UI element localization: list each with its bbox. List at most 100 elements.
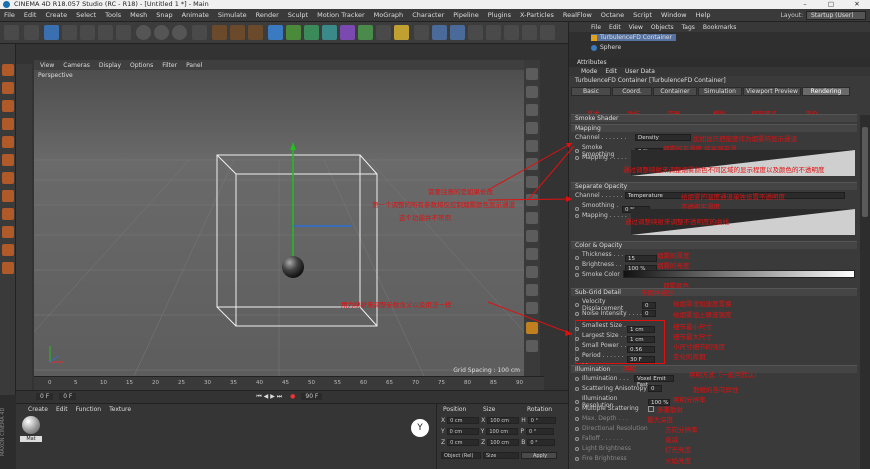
model-mode-icon[interactable] (2, 82, 14, 94)
illumination-dropdown[interactable]: Voxel Emit Fast (634, 375, 674, 388)
animate-dot-icon[interactable] (575, 327, 579, 331)
axis-mode-icon[interactable] (2, 190, 14, 202)
camera-icon[interactable] (376, 25, 391, 40)
animate-dot-icon[interactable] (575, 347, 579, 351)
snapping-icon[interactable] (2, 226, 14, 238)
attr-menu-mode[interactable]: Mode (581, 67, 597, 76)
rotation-p-field[interactable]: 0 ° (525, 428, 554, 435)
animate-dot-icon[interactable] (575, 149, 579, 153)
menu-edit[interactable]: Edit (24, 11, 37, 19)
subdivision-icon[interactable] (304, 25, 319, 40)
quantize-icon[interactable] (526, 86, 538, 98)
snap-icon[interactable] (504, 25, 519, 40)
vp-menu-view[interactable]: View (40, 62, 54, 69)
menu-mograph[interactable]: MoGraph (374, 11, 404, 19)
layout-icon[interactable] (540, 25, 555, 40)
menu-sculpt[interactable]: Sculpt (288, 11, 308, 19)
filter-icon[interactable] (526, 266, 538, 278)
points-mode-icon[interactable] (2, 136, 14, 148)
section-subgrid-detail[interactable]: Sub-Grid Detail (571, 288, 857, 296)
undo-icon[interactable] (4, 25, 19, 40)
render-picture-viewer-icon[interactable] (230, 25, 245, 40)
close-button[interactable]: ✕ (844, 0, 870, 9)
vp-menu-options[interactable]: Options (130, 62, 153, 69)
object-row-sphere[interactable]: Sphere (591, 44, 621, 51)
animate-dot-icon[interactable] (575, 456, 579, 461)
om-menu-bookmarks[interactable]: Bookmarks (703, 24, 737, 31)
om-menu-objects[interactable]: Objects (651, 24, 674, 31)
noise-intensity-field[interactable]: 0 (642, 310, 656, 317)
live-select-icon[interactable] (44, 25, 59, 40)
size-y-field[interactable]: 100 cm (486, 428, 519, 435)
minimize-button[interactable]: – (792, 0, 818, 9)
om-menu-edit[interactable]: Edit (609, 24, 621, 31)
scrollbar-thumb[interactable] (862, 127, 868, 217)
vp-menu-panel[interactable]: Panel (186, 62, 202, 69)
anisotropy-field[interactable]: 0 (648, 385, 662, 392)
pen-spline-icon[interactable] (286, 25, 301, 40)
menu-plugins[interactable]: Plugins (488, 11, 511, 19)
rotate-icon[interactable] (98, 25, 113, 40)
coordinate-system-icon[interactable] (192, 25, 207, 40)
section-mapping[interactable]: Mapping (571, 124, 857, 132)
animate-dot-icon[interactable] (575, 272, 579, 277)
octane-icon[interactable] (468, 25, 483, 40)
stereo-icon[interactable] (526, 302, 538, 314)
redo-icon[interactable] (24, 25, 39, 40)
coord-mode-dropdown[interactable]: Object (Rel) (441, 452, 481, 459)
animate-dot-icon[interactable] (575, 311, 579, 316)
menu-window[interactable]: Window (661, 11, 687, 19)
y-axis-icon[interactable] (154, 25, 169, 40)
edges-mode-icon[interactable] (2, 154, 14, 166)
multiple-scattering-checkbox[interactable] (648, 405, 654, 412)
mm-menu-create[interactable]: Create (28, 406, 48, 413)
animate-dot-icon[interactable] (575, 400, 579, 404)
shading-icon[interactable] (526, 248, 538, 260)
menu-octane[interactable]: Octane (601, 11, 624, 19)
animate-dot-icon[interactable] (575, 406, 579, 411)
locked-workplane-icon[interactable] (2, 244, 14, 256)
z-axis-icon[interactable] (172, 25, 187, 40)
menu-snap[interactable]: Snap (156, 11, 172, 19)
floor-icon[interactable] (358, 25, 373, 40)
animate-dot-icon[interactable] (575, 386, 579, 391)
move-icon[interactable] (62, 25, 77, 40)
cube-icon[interactable] (268, 25, 283, 40)
object-row-container[interactable]: TurbulenceFD Container (591, 34, 677, 41)
channel-dropdown[interactable]: Density (635, 134, 691, 141)
tab-simulation[interactable]: Simulation (698, 87, 742, 96)
light-icon[interactable] (394, 25, 409, 40)
apply-button[interactable]: Apply (521, 452, 557, 459)
object-axis-icon[interactable] (526, 122, 538, 134)
animate-dot-icon[interactable] (575, 256, 579, 260)
menu-help[interactable]: Help (696, 11, 711, 19)
start-frame-field[interactable]: 0 F (59, 393, 77, 400)
smoke-color-gradient[interactable] (623, 270, 855, 278)
rotation-b-field[interactable]: 0 ° (527, 439, 556, 446)
material-name[interactable]: Mat (20, 436, 42, 442)
menu-render[interactable]: Render (256, 11, 279, 19)
menu-animate[interactable]: Animate (182, 11, 209, 19)
animate-dot-icon[interactable] (575, 303, 579, 307)
cloner-icon[interactable] (322, 25, 337, 40)
menu-motion-tracker[interactable]: Motion Tracker (317, 11, 365, 19)
make-editable-icon[interactable] (2, 64, 14, 76)
menu-file[interactable]: File (4, 11, 15, 19)
mm-menu-edit[interactable]: Edit (56, 406, 68, 413)
position-z-field[interactable]: 0 cm (447, 439, 480, 446)
interactive-render-icon[interactable] (526, 340, 538, 352)
x-axis-icon[interactable] (136, 25, 151, 40)
position-y-field[interactable]: 0 cm (446, 428, 479, 435)
display-icon[interactable] (526, 194, 538, 206)
sphere-object[interactable] (282, 256, 304, 278)
velocity-displacement-field[interactable]: 0 (642, 301, 656, 309)
perspective-viewport[interactable]: Perspective Grid Spacing : 100 cm (34, 70, 524, 376)
size-mode-dropdown[interactable]: Size (483, 452, 519, 459)
workplane-icon[interactable] (522, 25, 537, 40)
section-separate-opacity[interactable]: Separate Opacity (571, 182, 857, 190)
render-region-icon[interactable] (526, 322, 538, 334)
period-field[interactable]: 30 F (627, 355, 655, 363)
view-icon[interactable] (526, 158, 538, 170)
position-x-field[interactable]: 0 cm (447, 417, 480, 424)
maximize-button[interactable]: □ (818, 0, 844, 9)
